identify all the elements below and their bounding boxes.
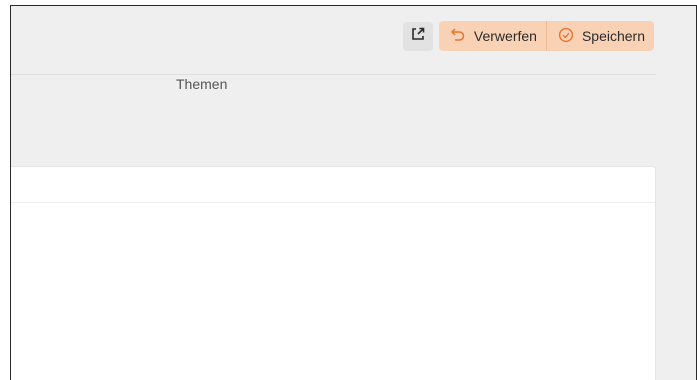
action-button-group: Verwerfen Speichern (438, 21, 654, 51)
open-external-button[interactable] (402, 21, 433, 51)
save-button[interactable]: Speichern (545, 21, 654, 51)
save-button-label: Speichern (581, 28, 645, 44)
page-header: Verwerfen Speichern (11, 6, 656, 75)
check-circle-icon (558, 27, 574, 46)
external-link-icon (410, 26, 426, 47)
toolbar: Verwerfen Speichern (402, 21, 654, 51)
discard-button-label: Verwerfen (473, 28, 537, 44)
card-header (11, 167, 655, 203)
content-card (11, 166, 656, 380)
app-window: Verwerfen Speichern Themen (10, 5, 697, 380)
undo-icon (450, 27, 466, 46)
tab-topics[interactable]: Themen (176, 76, 227, 92)
discard-button[interactable]: Verwerfen (439, 21, 546, 51)
